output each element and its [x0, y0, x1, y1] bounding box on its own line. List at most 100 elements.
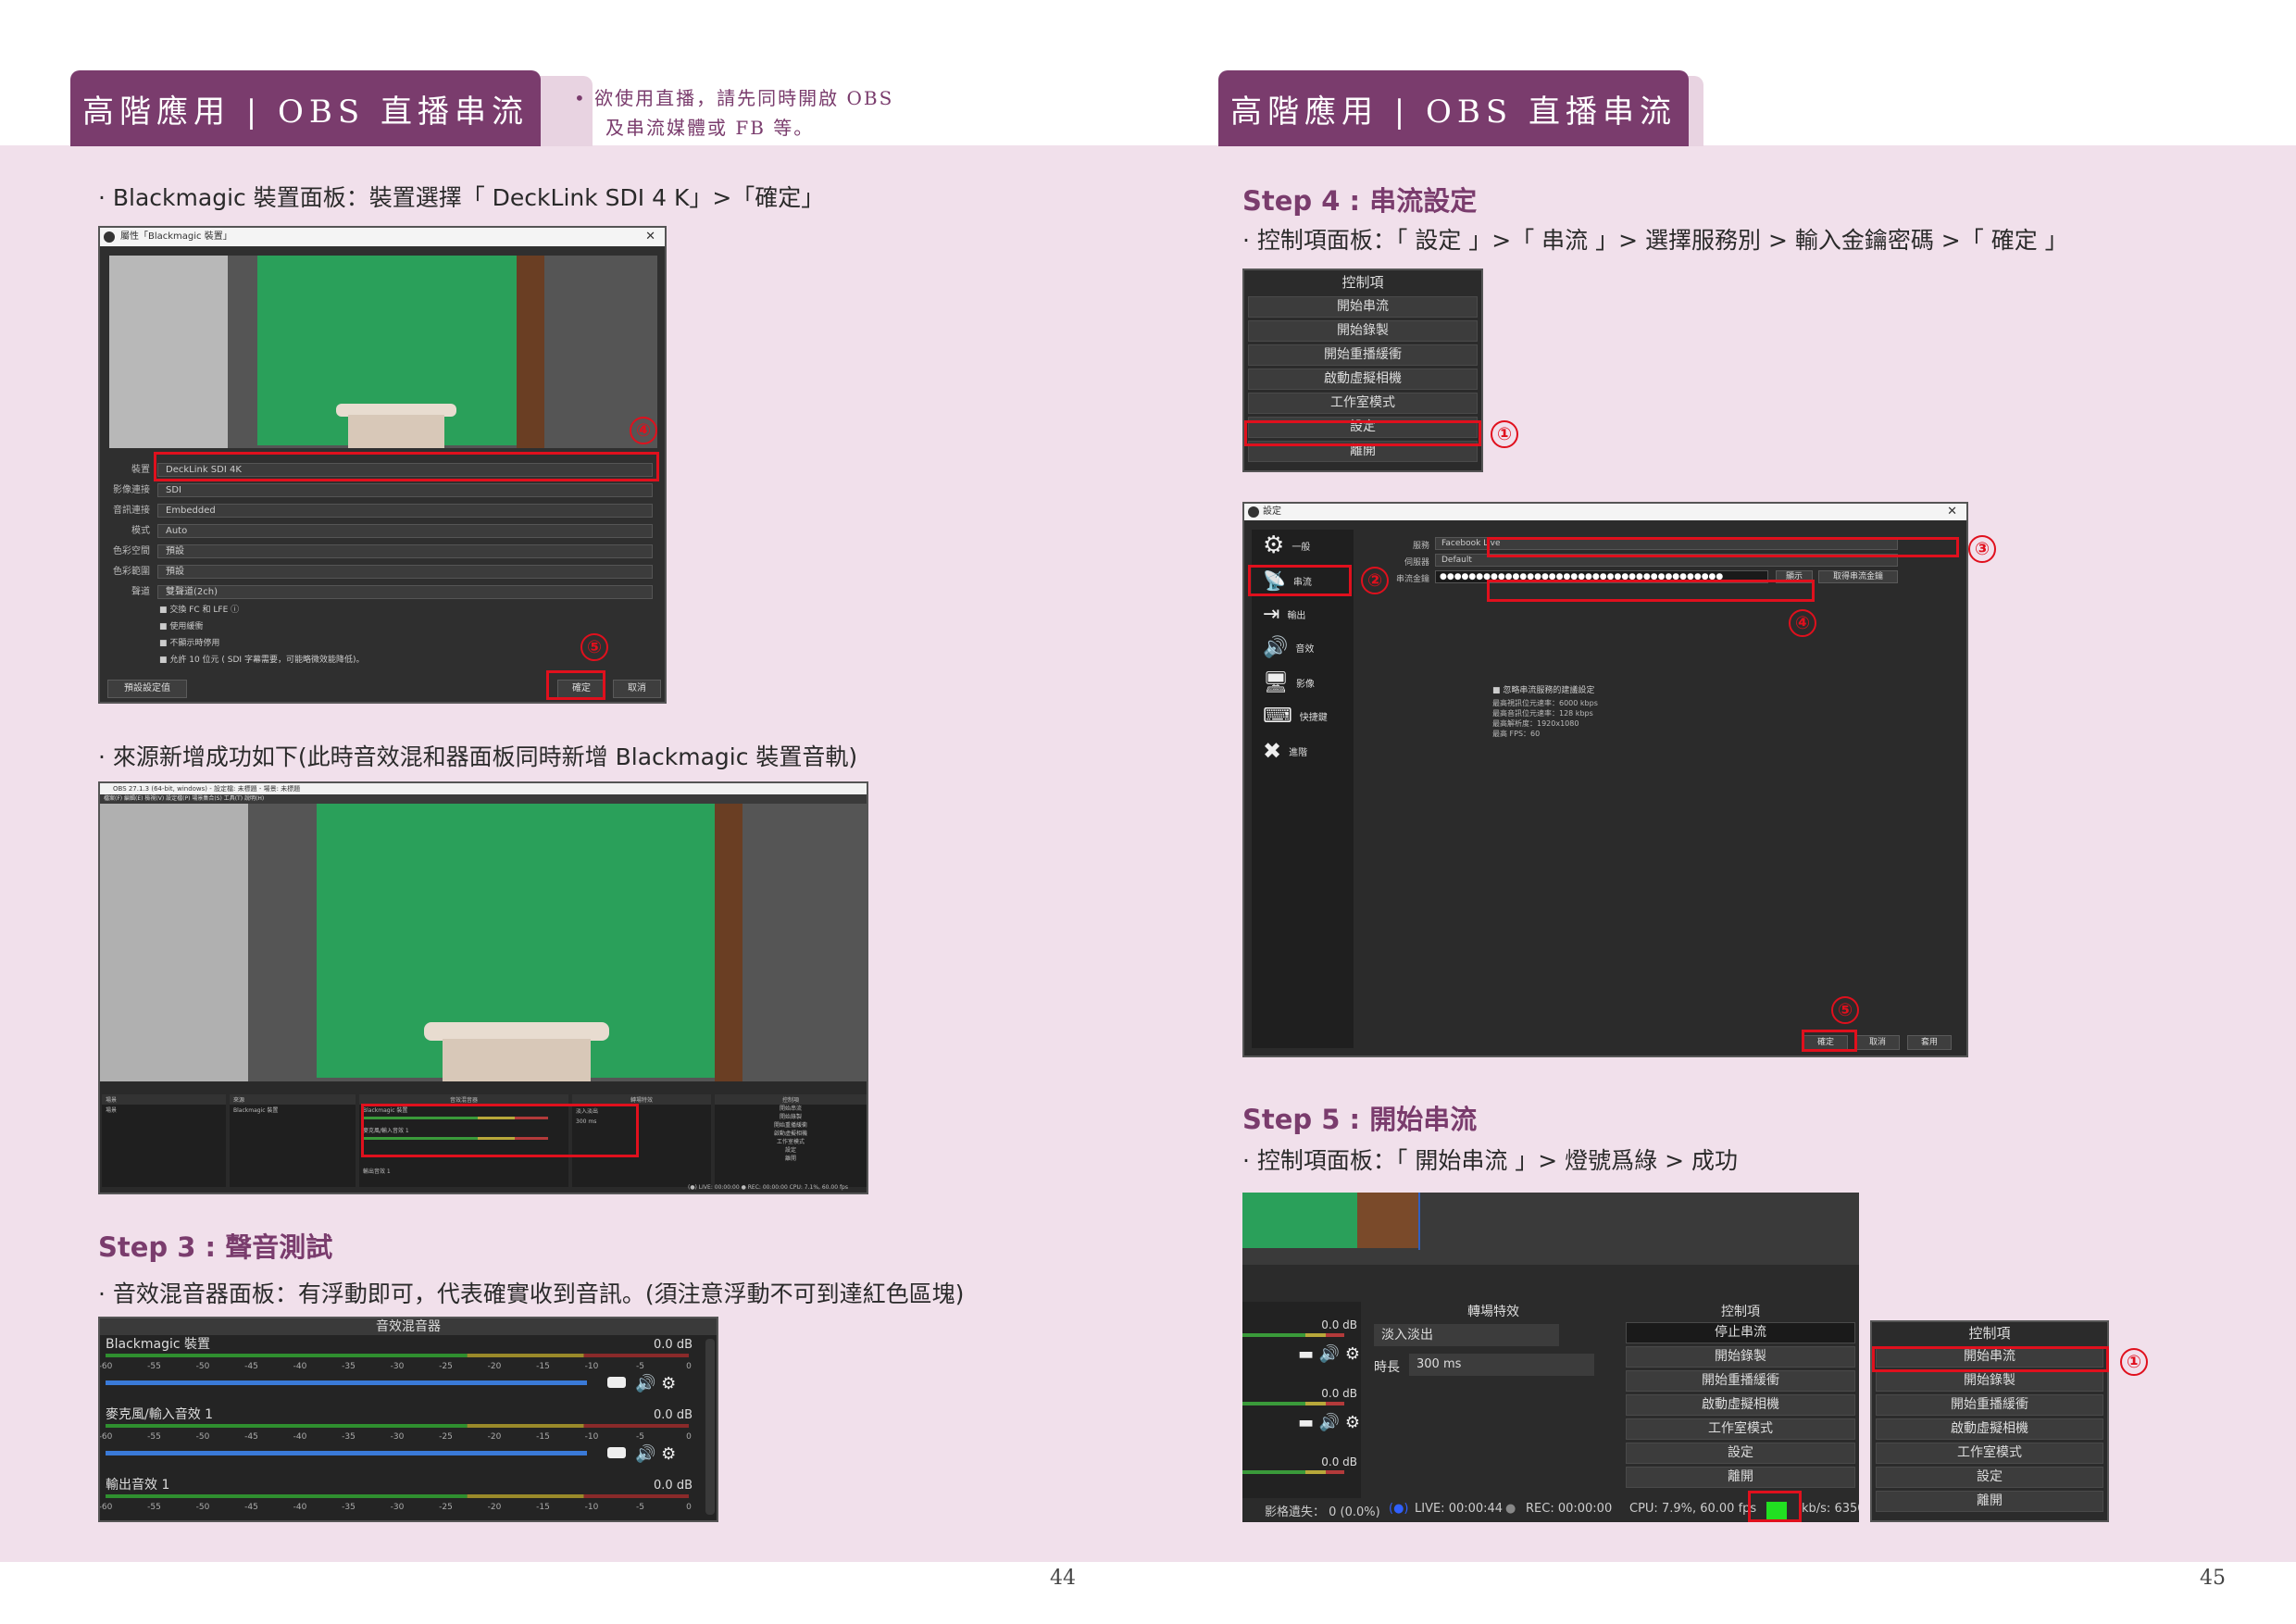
defaults-button[interactable]: 預設設定值 [107, 680, 187, 698]
marker-5b: ⑤ [1831, 996, 1859, 1024]
transition-select[interactable]: 淡入淡出 [1374, 1324, 1559, 1346]
settings-sidebar: ⚙ 一般 📡 串流 ⇥ 輸出 🔊 音效 🖥 影像 ⌨ 快捷鍵 ✖ 進階 [1252, 530, 1354, 1048]
marker-1: ① [1491, 420, 1518, 448]
checkbox-swap[interactable]: ■ 交換 FC 和 LFE ⓘ [159, 602, 364, 618]
tick-label: -35 [342, 1362, 356, 1371]
ctrl-virtual-cam[interactable]: 啟動虛擬相機 [1248, 369, 1478, 390]
source-item[interactable]: Blackmagic 裝置 [230, 1105, 356, 1115]
ctrl-exit[interactable]: 離開 [715, 1155, 867, 1163]
tick-label: -15 [536, 1503, 550, 1512]
cpu-usage: CPU: 7.9%, 60.00 fps [1629, 1502, 1757, 1516]
checkbox-buffer[interactable]: ■ 使用緩衝 [159, 618, 364, 635]
cancel-button[interactable]: 取消 [613, 680, 661, 698]
meter-segment [467, 1494, 584, 1498]
scene-item[interactable]: 場景 [102, 1105, 226, 1115]
field-mode: 模式 Auto [100, 522, 665, 541]
wood-panel [1357, 1193, 1418, 1248]
controls-list: 開始串流 開始錄製 開始重播緩衝 啟動虛擬相機 工作室模式 設定 離開 [715, 1105, 867, 1163]
tick-label: -10 [585, 1503, 599, 1512]
duration-input[interactable]: 300 ms [1409, 1354, 1594, 1376]
ctrl-replay[interactable]: 開始重播緩衝 [1248, 344, 1478, 366]
video-select[interactable]: SDI [157, 483, 653, 497]
colorspace-select[interactable]: 預設 [157, 544, 653, 558]
ctrl-studio[interactable]: 工作室模式 [1248, 393, 1478, 414]
dialog-titlebar: 屬性「Blackmagic 裝置」 ✕ [100, 228, 665, 246]
slider-handle[interactable] [607, 1447, 626, 1458]
ctrl-settings[interactable]: 設定 [1876, 1467, 2103, 1488]
sidebar-item-audio[interactable]: 🔊 音效 [1263, 631, 1314, 663]
tick-label: -35 [342, 1432, 356, 1442]
controls-dock: 控制項 開始串流 開始錄製 開始重播緩衝 啟動虛擬相機 工作室模式 設定 離開 [715, 1094, 867, 1187]
ctrl-start-stream[interactable]: 開始串流 [1248, 296, 1478, 318]
get-key-button[interactable]: 取得串流金鑰 [1818, 570, 1898, 583]
ctrl-virtual-cam[interactable]: 啟動虛擬相機 [1626, 1394, 1855, 1416]
rec-icon: ● [1505, 1502, 1516, 1516]
volume-slider[interactable] [106, 1451, 587, 1455]
colorrange-select[interactable]: 預設 [157, 565, 653, 579]
ctrl-replay[interactable]: 開始重播緩衝 [1876, 1394, 2103, 1416]
audio-select[interactable]: Embedded [157, 504, 653, 518]
sidebar-item-general[interactable]: ⚙ 一般 [1263, 530, 1310, 561]
tick-label: -55 [147, 1362, 161, 1371]
ctrl-virtual-cam[interactable]: 啟動虛擬相機 [715, 1130, 867, 1138]
ctrl-settings[interactable]: 設定 [1626, 1443, 1855, 1464]
channel-select[interactable]: 雙聲道(2ch) [157, 585, 653, 599]
close-icon[interactable]: ✕ [645, 228, 655, 246]
tick-label: -10 [585, 1432, 599, 1442]
ctrl-exit[interactable]: 離開 [1876, 1491, 2103, 1512]
meter-segment [106, 1424, 468, 1428]
ctrl-settings[interactable]: 設定 [715, 1146, 867, 1155]
ctrl-replay[interactable]: 開始重播緩衝 [1626, 1370, 1855, 1392]
ctrl-start-record[interactable]: 開始錄製 [1626, 1346, 1855, 1368]
close-icon[interactable]: ✕ [1947, 504, 1957, 520]
ctrl-start-stream[interactable]: 開始串流 [715, 1105, 867, 1113]
ctrl-stop-stream[interactable]: 停止串流 [1626, 1322, 1855, 1343]
speaker-gear-icon[interactable]: 🔊 ⚙ [635, 1443, 676, 1464]
ctrl-start-record[interactable]: 開始錄製 [715, 1113, 867, 1121]
tick-label: -35 [342, 1503, 356, 1512]
ctrl-studio[interactable]: 工作室模式 [1626, 1418, 1855, 1440]
meter-segment [106, 1354, 468, 1357]
preview-frame [109, 256, 657, 448]
ctrl-replay[interactable]: 開始重播緩衝 [715, 1121, 867, 1130]
step3-heading: Step 3 : 聲音測試 [98, 1231, 333, 1263]
meter-segment [467, 1424, 584, 1428]
spec-item: 最高音訊位元速率：128 kbps [1492, 709, 1593, 718]
mixer-scrollbar[interactable] [705, 1339, 715, 1515]
field-label: 模式 [131, 526, 150, 536]
ctrl-studio[interactable]: 工作室模式 [1876, 1443, 2103, 1464]
settings-apply-button[interactable]: 套用 [1907, 1035, 1952, 1050]
tick-label: -30 [391, 1503, 405, 1512]
checkbox-10bit[interactable]: ■ 允許 10 位元 ( SDI 字幕需要，可能略微效能降低)。 [159, 652, 364, 668]
spec-item: 最高視訊位元速率：6000 kbps [1492, 699, 1598, 707]
ctrl-studio[interactable]: 工作室模式 [715, 1138, 867, 1146]
tick-label: -40 [293, 1503, 307, 1512]
controls-title: 控制項 [715, 1094, 867, 1105]
volume-controls[interactable]: ▬ 🔊 ⚙ [1298, 1344, 1360, 1364]
slider-handle[interactable] [607, 1377, 626, 1388]
ctrl-start-record[interactable]: 開始錄製 [1876, 1370, 2103, 1392]
volume-controls[interactable]: ▬ 🔊 ⚙ [1298, 1413, 1360, 1432]
ignore-checkbox[interactable]: ■ 忽略串流服務的建議設定 [1492, 683, 1594, 695]
sidebar-item-advanced[interactable]: ✖ 進階 [1263, 735, 1307, 767]
ctrl-start-record[interactable]: 開始錄製 [1248, 320, 1478, 342]
obs-menubar[interactable]: 檔案(F) 編輯(E) 檢視(V) 設定檔(P) 場景集合(S) 工具(T) 說… [100, 794, 867, 804]
checkbox-deactivate[interactable]: ■ 不顯示時停用 [159, 635, 364, 652]
field-label: 音訊連接 [113, 506, 150, 516]
ctrl-virtual-cam[interactable]: 啟動虛擬相機 [1876, 1418, 2103, 1440]
tick-label: -5 [636, 1432, 644, 1442]
obs-logo-icon [104, 231, 115, 243]
tick-label: -55 [147, 1503, 161, 1512]
settings-cancel-button[interactable]: 取消 [1855, 1035, 1900, 1050]
ctrl-exit[interactable]: 離開 [1626, 1467, 1855, 1488]
sidebar-item-output[interactable]: ⇥ 輸出 [1263, 598, 1305, 630]
speaker-gear-icon[interactable]: 🔊 ⚙ [635, 1373, 676, 1393]
db-readout: 0.0 dB [1321, 1318, 1357, 1331]
tick-label: -50 [196, 1362, 210, 1371]
mode-select[interactable]: Auto [157, 524, 653, 538]
volume-slider[interactable] [106, 1380, 587, 1385]
field-channel: 聲道 雙聲道(2ch) [100, 583, 665, 602]
sidebar-item-video[interactable]: 🖥 影像 [1263, 667, 1315, 698]
sidebar-item-hotkeys[interactable]: ⌨ 快捷鍵 [1263, 700, 1328, 731]
field-label: 色彩範圍 [113, 567, 150, 577]
